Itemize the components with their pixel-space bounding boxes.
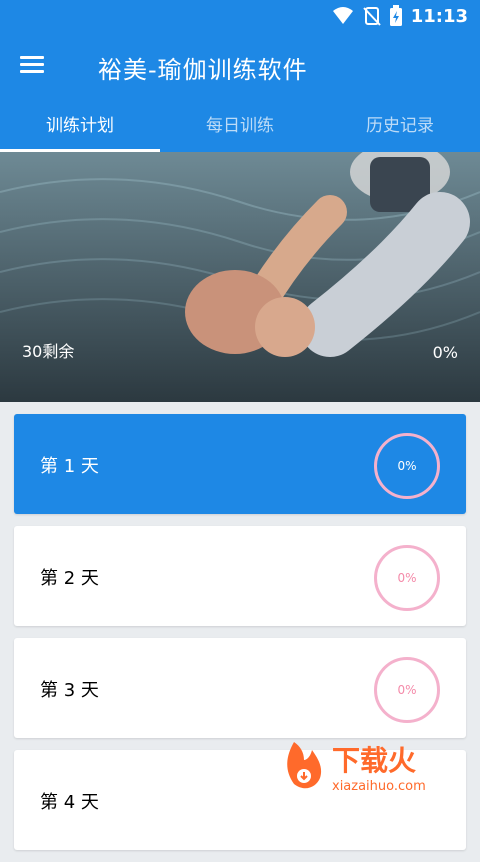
no-sim-icon	[362, 7, 381, 26]
yoga-stretch-illustration	[0, 152, 480, 402]
progress-ring: 0%	[374, 657, 440, 723]
day-card[interactable]: 第 2 天 0%	[14, 526, 466, 626]
tab-daily-training[interactable]: 每日训练	[160, 102, 320, 152]
remaining-days-label: 30剩余	[22, 342, 75, 361]
menu-button[interactable]	[20, 52, 54, 82]
app-title: 裕美-瑜伽训练软件	[98, 56, 308, 84]
hamburger-icon-line	[20, 56, 44, 59]
tab-bar: 训练计划 每日训练 历史记录	[0, 102, 480, 152]
day-label: 第 3 天	[40, 680, 99, 701]
app-bar: 裕美-瑜伽训练软件	[0, 32, 480, 102]
watermark-brand: 下载火	[332, 744, 416, 777]
status-time: 11:13	[410, 5, 468, 27]
day-card[interactable]: 第 3 天 0%	[14, 638, 466, 738]
tab-training-plan[interactable]: 训练计划	[0, 102, 160, 152]
status-icons: 11:13	[331, 5, 468, 27]
progress-ring: 0%	[374, 545, 440, 611]
status-bar: 11:13	[0, 0, 480, 32]
day-card[interactable]: 第 1 天 0%	[14, 414, 466, 514]
day-label: 第 1 天	[40, 456, 99, 477]
hamburger-icon-line	[20, 70, 44, 73]
tab-history[interactable]: 历史记录	[320, 102, 480, 152]
progress-ring: 0%	[374, 433, 440, 499]
wifi-icon	[332, 7, 353, 24]
hero-image: 30剩余 0%	[0, 152, 480, 402]
watermark-logo: 下载火 xiazaihuo.com	[287, 742, 426, 794]
day-label: 第 4 天	[40, 792, 99, 813]
hamburger-icon-line	[20, 63, 44, 66]
watermark-domain: xiazaihuo.com	[332, 779, 426, 794]
battery-charging-icon	[389, 5, 402, 26]
day-label: 第 2 天	[40, 568, 99, 589]
overall-progress-label: 0%	[432, 343, 458, 362]
